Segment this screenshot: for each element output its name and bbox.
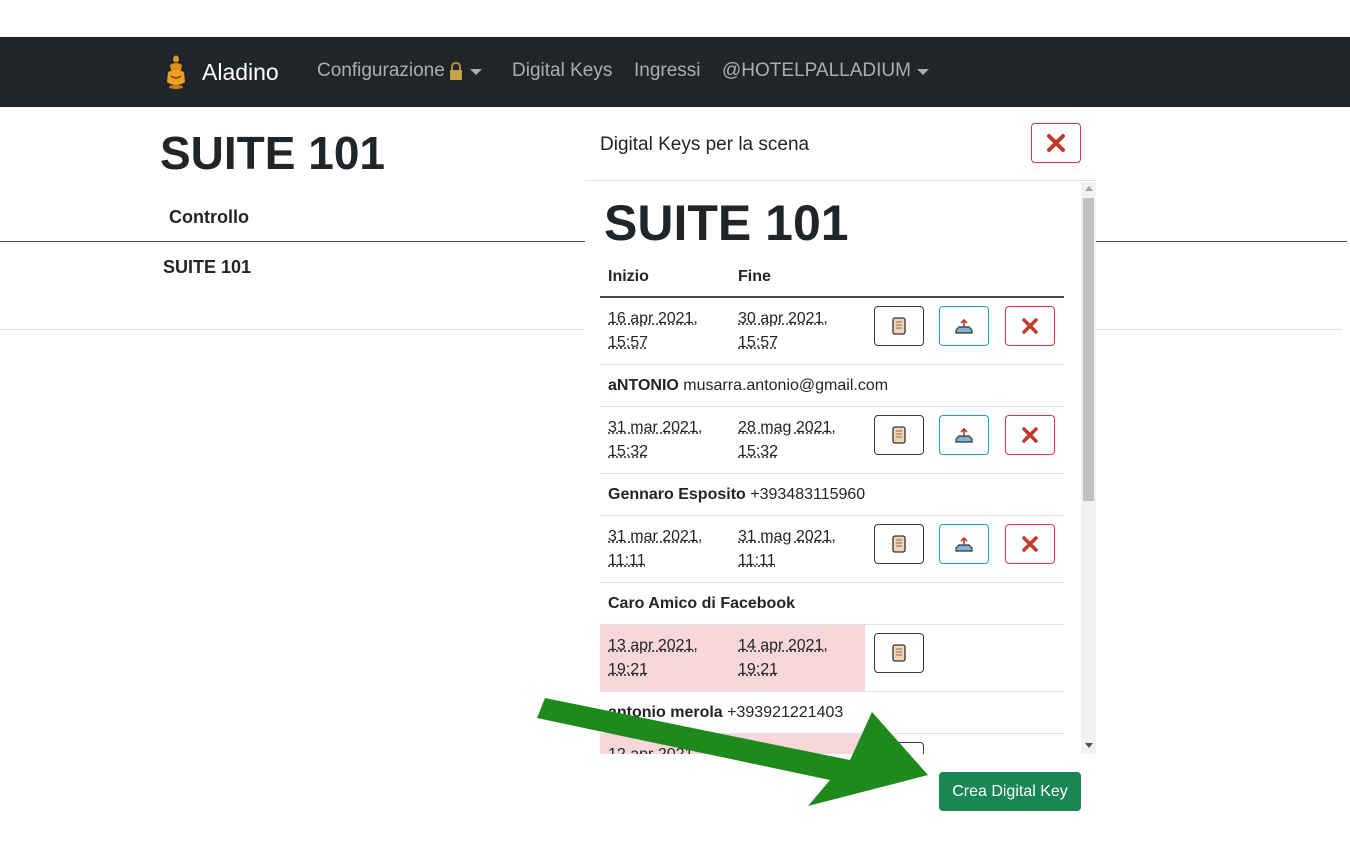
nav-configurazione[interactable]: Configurazione (317, 60, 482, 82)
guest-name: Caro Amico di Facebook (608, 595, 795, 612)
modal-heading: SUITE 101 (604, 195, 849, 251)
guest-row: antonio merola +393921221403 (600, 692, 1064, 734)
guest-row: Caro Amico di Facebook (600, 583, 1064, 625)
upload-tray-icon (955, 427, 973, 443)
scroll-up-arrow[interactable] (1085, 186, 1093, 191)
column-header-controllo: Controllo (169, 207, 249, 227)
end-date: 14 apr 2021, 19:21 (738, 637, 828, 678)
details-button[interactable] (874, 415, 924, 455)
close-icon (1022, 318, 1038, 334)
key-row: 31 mar 2021, 11:11 31 mag 2021, 11:11 (600, 516, 1064, 583)
send-key-button[interactable] (939, 306, 989, 346)
details-button[interactable] (874, 524, 924, 564)
scroll-icon (892, 426, 906, 444)
close-icon (1022, 427, 1038, 443)
digital-keys-modal: Digital Keys per la scena SUITE 101 Iniz… (585, 107, 1096, 827)
modal-scrollbar[interactable] (1081, 182, 1096, 754)
start-date: 12 apr 2021, (608, 743, 718, 754)
modal-header: Digital Keys per la scena (585, 107, 1096, 181)
upload-tray-icon (955, 536, 973, 552)
scroll-icon (892, 317, 906, 335)
column-header-inizio: Inizio (608, 268, 649, 285)
guest-name: antonio merola (608, 704, 723, 721)
scroll-icon (892, 644, 906, 662)
close-modal-button[interactable] (1031, 123, 1081, 163)
start-date: 16 apr 2021, 15:57 (608, 310, 698, 351)
details-button[interactable] (874, 742, 924, 754)
delete-key-button[interactable] (1005, 306, 1055, 346)
details-button[interactable] (874, 633, 924, 673)
genie-lamp-icon (167, 55, 185, 89)
delete-key-button[interactable] (1005, 524, 1055, 564)
guest-row: Gennaro Esposito +393483115960 (600, 474, 1064, 516)
nav-digital-keys-label: Digital Keys (512, 60, 613, 81)
start-date: 31 mar 2021, 15:32 (608, 419, 703, 460)
end-date: 28 mag 2021, 15:32 (738, 419, 836, 460)
close-icon (1022, 536, 1038, 552)
nav-digital-keys[interactable]: Digital Keys (512, 60, 612, 82)
brand-name: Aladino (202, 58, 279, 85)
details-button[interactable] (874, 306, 924, 346)
start-date: 31 mar 2021, 11:11 (608, 528, 703, 569)
create-digital-key-button[interactable]: Crea Digital Key (939, 772, 1081, 811)
guest-contact: musarra.antonio@gmail.com (683, 377, 889, 394)
nav-account[interactable]: @HOTELPALLADIUM (722, 60, 929, 82)
guest-contact: +393921221403 (727, 704, 844, 721)
guest-row: aNTONIO musarra.antonio@gmail.com (600, 365, 1064, 407)
nav-configurazione-label: Configurazione (317, 60, 445, 81)
page-title: SUITE 101 (160, 127, 385, 179)
nav-account-label: @HOTELPALLADIUM (722, 60, 911, 81)
key-row: 31 mar 2021, 15:32 28 mag 2021, 15:32 (600, 407, 1064, 474)
brand-link[interactable]: Aladino (165, 53, 279, 91)
scroll-icon (892, 535, 906, 553)
navbar: Aladino Configurazione Digital Keys Ingr… (0, 37, 1350, 107)
modal-body[interactable]: SUITE 101 Inizio Fine 16 apr 2021, 15:57 … (585, 182, 1096, 754)
guest-name: aNTONIO (608, 377, 679, 394)
nav-ingressi-label: Ingressi (634, 60, 701, 81)
scrollbar-thumb[interactable] (1083, 198, 1094, 501)
key-row: 16 apr 2021, 15:57 30 apr 2021, 15:57 (600, 298, 1064, 365)
start-date: 13 apr 2021, 19:21 (608, 637, 698, 678)
table-cell-scene[interactable]: SUITE 101 (163, 257, 251, 278)
chevron-down-icon (469, 69, 482, 75)
column-header-fine: Fine (738, 268, 771, 285)
modal-footer: Crea Digital Key (585, 754, 1096, 827)
end-date: 30 apr 2021, 15:57 (738, 310, 828, 351)
send-key-button[interactable] (939, 524, 989, 564)
end-date: 31 mag 2021, 11:11 (738, 528, 836, 569)
upload-tray-icon (955, 318, 973, 334)
guest-contact: +393483115960 (750, 486, 866, 503)
close-icon (1047, 134, 1065, 152)
guest-name: Gennaro Esposito (608, 486, 746, 503)
scroll-down-arrow[interactable] (1085, 743, 1093, 748)
key-row-expired: 13 apr 2021, 19:21 14 apr 2021, 19:21 (600, 625, 1064, 692)
key-row-expired: 12 apr 2021, (600, 734, 1064, 754)
lock-icon (449, 61, 462, 80)
delete-key-button[interactable] (1005, 415, 1055, 455)
nav-ingressi[interactable]: Ingressi (634, 60, 701, 82)
chevron-down-icon (916, 69, 929, 75)
send-key-button[interactable] (939, 415, 989, 455)
modal-title: Digital Keys per la scena (600, 134, 810, 155)
